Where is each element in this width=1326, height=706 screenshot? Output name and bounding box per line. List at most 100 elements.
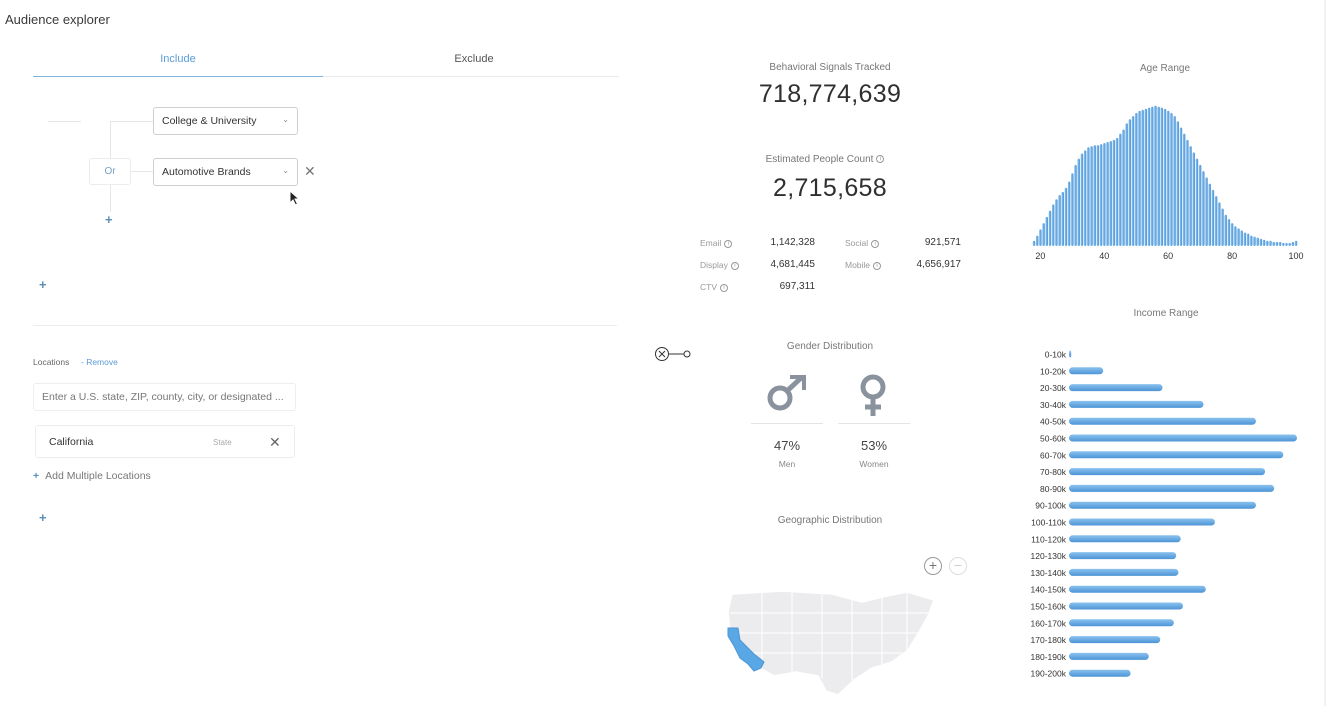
people-count-title-text: Estimated People Count — [765, 154, 874, 165]
age-bar — [1064, 187, 1068, 246]
age-bar — [1259, 238, 1263, 246]
channel-mobile-text: Mobile — [845, 260, 871, 270]
age-bar — [1224, 214, 1227, 246]
age-bar — [1096, 145, 1100, 246]
age-bar — [1230, 223, 1234, 246]
men-label: Men — [778, 459, 796, 469]
channel-display-text: Display — [700, 260, 728, 270]
income-bar — [1069, 434, 1297, 442]
channel-email-label: Email i — [700, 238, 733, 248]
chart-title: Income Range — [1133, 308, 1198, 319]
age-bar — [1227, 218, 1231, 246]
age-bar — [1071, 173, 1074, 246]
info-icon[interactable]: i — [871, 239, 880, 248]
location-search-input[interactable] — [33, 383, 296, 411]
income-category-label: 30-40k — [1040, 400, 1067, 410]
tree-line — [48, 121, 81, 122]
or-operator[interactable]: Or — [89, 158, 131, 185]
age-bar — [1138, 110, 1141, 246]
age-bar — [1083, 150, 1087, 246]
age-bar — [1278, 241, 1282, 246]
income-bar — [1069, 585, 1206, 593]
tree-line — [110, 185, 111, 212]
age-bar — [1234, 226, 1237, 246]
age-tick-label: 100 — [1288, 251, 1303, 261]
zoom-in-icon[interactable]: + — [924, 557, 942, 575]
age-bar — [1103, 143, 1106, 246]
segment-select-automotive[interactable]: Automotive Brands ⌄ — [153, 158, 298, 186]
info-icon[interactable]: i — [876, 155, 885, 164]
tree-line — [131, 171, 153, 172]
info-icon[interactable]: i — [730, 261, 739, 270]
age-bar — [1147, 107, 1151, 247]
locations-remove-link[interactable]: - Remove — [81, 357, 118, 367]
age-bar — [1122, 129, 1125, 246]
channel-ctv-label: CTV i — [700, 282, 728, 292]
income-category-label: 50-60k — [1040, 434, 1067, 444]
segment-select-college[interactable]: College & University ⌄ — [153, 107, 298, 135]
age-bar — [1179, 127, 1183, 246]
income-bar — [1069, 568, 1179, 576]
age-bar — [1192, 152, 1195, 246]
people-count-value: 2,715,658 — [773, 174, 887, 202]
channel-social-value: 921,571 — [924, 237, 961, 248]
locations-label: Locations — [33, 357, 70, 367]
tab-exclude[interactable]: Exclude — [329, 53, 619, 65]
income-category-label: 170-180k — [1031, 635, 1067, 645]
income-bar — [1069, 501, 1256, 509]
age-bar — [1240, 230, 1243, 246]
remove-location-icon[interactable]: ✕ — [269, 434, 281, 451]
active-tab-indicator — [33, 76, 323, 77]
channel-social-label: Social i — [845, 238, 880, 248]
income-category-label: 60-70k — [1040, 450, 1067, 460]
age-bar — [1272, 241, 1275, 246]
remove-segment-icon[interactable]: ✕ — [304, 163, 316, 180]
add-location-group-icon[interactable]: + — [39, 510, 47, 525]
income-bar — [1069, 619, 1174, 627]
tree-line — [110, 121, 111, 158]
age-bar — [1109, 140, 1112, 246]
age-bar — [1288, 242, 1291, 246]
gender-title: Gender Distribution — [786, 341, 874, 352]
age-bar — [1067, 181, 1071, 246]
add-multiple-locations-button[interactable]: + Add Multiple Locations — [33, 470, 151, 482]
income-category-label: 180-190k — [1031, 652, 1067, 662]
age-bar — [1051, 204, 1055, 246]
signals-value: 718,774,639 — [758, 80, 902, 108]
income-bar — [1069, 350, 1072, 358]
location-chip-type: State — [213, 438, 232, 447]
info-icon[interactable]: i — [724, 239, 733, 248]
channel-ctv-text: CTV — [700, 282, 717, 292]
age-bar — [1157, 106, 1160, 246]
age-tick-label: 80 — [1227, 251, 1237, 261]
income-bar — [1069, 484, 1275, 492]
panel-connector-icon[interactable] — [654, 346, 694, 362]
add-and-condition-icon[interactable]: + — [39, 277, 47, 292]
divider — [838, 423, 910, 424]
info-icon[interactable]: i — [873, 261, 882, 270]
info-icon[interactable]: i — [720, 283, 728, 292]
zoom-out-icon[interactable]: − — [949, 557, 967, 575]
channel-display-label: Display i — [700, 260, 739, 270]
tab-include[interactable]: Include — [33, 53, 323, 65]
female-icon — [860, 374, 886, 416]
age-bar — [1042, 223, 1045, 246]
women-stat: 53% Women — [838, 438, 910, 469]
age-bar — [1093, 145, 1096, 246]
age-bar — [1202, 171, 1205, 246]
tree-line — [110, 121, 153, 122]
age-bar — [1195, 158, 1199, 246]
age-bar — [1112, 139, 1116, 246]
income-bar — [1069, 367, 1104, 375]
age-bar — [1262, 239, 1266, 246]
us-map[interactable] — [722, 588, 942, 700]
age-bar — [1246, 233, 1250, 246]
channel-display-value: 4,681,445 — [770, 259, 816, 270]
age-bar — [1058, 195, 1061, 246]
age-bar — [1074, 164, 1077, 246]
add-or-condition-icon[interactable]: + — [105, 212, 113, 227]
tab-divider — [323, 76, 619, 77]
age-bar — [1125, 123, 1128, 246]
income-category-label: 70-80k — [1040, 467, 1067, 477]
age-bar — [1061, 191, 1064, 246]
